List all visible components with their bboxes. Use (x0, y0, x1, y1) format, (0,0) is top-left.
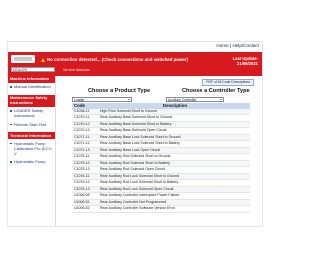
chevron-down-icon (128, 99, 130, 100)
sidebar-item-label: Hydrostatic Pump Calibration Pro (ECV-V (14, 140, 53, 157)
code-cell: C1075-13 (74, 167, 90, 172)
bullet-icon (10, 142, 12, 145)
sidebar-item-label: Manual Identification (14, 84, 51, 90)
last-update: Last Update: 21/06/2021 (233, 56, 258, 66)
sidebar-item-label: Remote Start Test (14, 121, 46, 127)
description-cell: Rear Auxiliary Rod Solenoid Open Circuit (100, 167, 165, 172)
controller-type-value: Auxiliary Controller (168, 98, 197, 102)
warning-icon (41, 57, 45, 62)
description-cell: High Flow Solenoid Short to Ground (100, 109, 157, 113)
description-cell: Rear Auxiliary Base Lock Open Circuit (100, 147, 161, 152)
description-cell: Rear Auxiliary Rod Lock Solenoid Short t… (100, 173, 179, 178)
banner-subtext: Service Manuals (63, 67, 90, 72)
code-cell: C1070-11 (74, 115, 90, 120)
code-cell: C1075-11 (74, 154, 90, 159)
top-links: Home | Help/Contact (216, 43, 259, 48)
top-links-bar: Home | Help/Contact (8, 42, 262, 52)
description-cell: Rear Auxiliary Rod Solenoid Short to Gro… (100, 154, 171, 159)
controller-type-select[interactable]: Auxiliary Controller (166, 97, 224, 102)
table-row[interactable]: U1006-52 Rear Auxiliary Controller Softwa… (72, 206, 250, 213)
bullet-icon (10, 110, 12, 112)
home-link[interactable]: Home (216, 43, 228, 48)
code-cell: C1076-11 (74, 173, 90, 178)
help-contact-link[interactable]: Help/Contact (232, 43, 259, 48)
code-cell: C1071-12 (74, 141, 90, 146)
sidebar-item-manual-identification[interactable]: Manual Identification (8, 83, 55, 91)
pdf-all-codes-button[interactable]: PDF of All Code Descriptions (202, 78, 254, 86)
sidebar-section-machine-information: Machine Information (8, 76, 55, 83)
product-type-heading: Choose a Product Type (88, 88, 151, 94)
description-cell: Rear Auxiliary Rod Solenoid Short to Bat… (100, 160, 170, 165)
code-cell: C1075-12 (74, 160, 90, 165)
main-content: PDF of All Code Descriptions Choose a Pr… (58, 76, 260, 226)
description-cell: Rear Auxiliary Base Solenoid Short to Gr… (100, 115, 172, 120)
code-cell: C1036-11 (74, 109, 90, 113)
description-cell: Rear Auxiliary Rod Lock Solenoid Short t… (100, 180, 179, 185)
description-cell: Rear Auxiliary Rod Lock Solenoid Open Ci… (100, 186, 174, 191)
code-cell: C1076-13 (74, 186, 90, 191)
description-cell: Rear Auxiliary Base Solenoid Short to Ba… (100, 121, 172, 126)
code-cell: C1071-11 (74, 134, 90, 139)
sidebar-item-label: LOADER Safety Instructions (14, 108, 43, 119)
sidebar: Machine Information Manual Identificatio… (8, 76, 56, 226)
sidebar-section-maintenance-safety: Maintenance Safety Instructions (8, 95, 55, 107)
sidebar-item-hydrostatic-pump[interactable]: Hydrostatic Pump (8, 158, 55, 166)
product-type-value: Loader (74, 98, 85, 102)
code-cell: C1071-13 (74, 147, 90, 152)
sidebar-item-remote-start-test[interactable]: Remote Start Test (8, 120, 55, 128)
description-cell: Rear Auxiliary Base Lock Solenoid Short … (100, 141, 180, 146)
sidebar-item-label: Hydrostatic Pump (14, 159, 46, 165)
bullet-icon (10, 123, 12, 126)
code-cell: C1076-12 (74, 180, 90, 185)
product-type-select[interactable]: Loader (72, 97, 132, 102)
code-cell: U1006-52 (74, 206, 90, 211)
description-cell: Rear Auxiliary Controller Not Programmed (100, 199, 167, 204)
code-cell: C1070-13 (74, 128, 90, 133)
code-cell: U1006-05 (74, 193, 90, 198)
description-cell: Rear Auxiliary Controller Software Versi… (100, 206, 175, 211)
code-cell: C1070-12 (74, 121, 90, 126)
codes-table: Code Description C1036-11 High Flow Solen… (72, 103, 250, 213)
description-cell: Rear Auxiliary Controller Interrupted Po… (100, 193, 180, 198)
sidebar-section-technical-information: Technical Information (8, 132, 55, 140)
description-cell: Rear Auxiliary Base Lock Solenoid Short … (100, 134, 181, 139)
bullet-icon (10, 86, 12, 89)
description-cell: Rear Auxiliary Base Solenoid Open Circui… (100, 128, 167, 133)
sidebar-item-hydrostatic-calibration[interactable]: Hydrostatic Pump Calibration Pro (ECV-V (8, 139, 55, 158)
last-update-date: 21/06/2021 (237, 61, 258, 66)
code-cell: U1006-51 (74, 199, 90, 204)
header-banner: No connection detected... (Check connect… (8, 52, 262, 76)
controller-type-heading: Choose a Controller Type (182, 88, 250, 94)
dealer-select[interactable]: DEALER (11, 67, 55, 72)
bullet-icon (10, 161, 12, 164)
app-window: Home | Help/Contact No connection detect… (8, 42, 262, 226)
connection-warning-text: No connection detected... (Check connect… (47, 57, 189, 62)
type-headings: Choose a Product Type Choose a Controlle… (78, 88, 260, 96)
chevron-down-icon (220, 99, 222, 100)
brand-logo (11, 55, 35, 63)
table-body: C1036-11 High Flow Solenoid Short to Grou… (72, 109, 250, 213)
connection-warning: No connection detected... (Check connect… (41, 57, 188, 62)
sidebar-item-loader-safety[interactable]: LOADER Safety Instructions (8, 107, 55, 120)
